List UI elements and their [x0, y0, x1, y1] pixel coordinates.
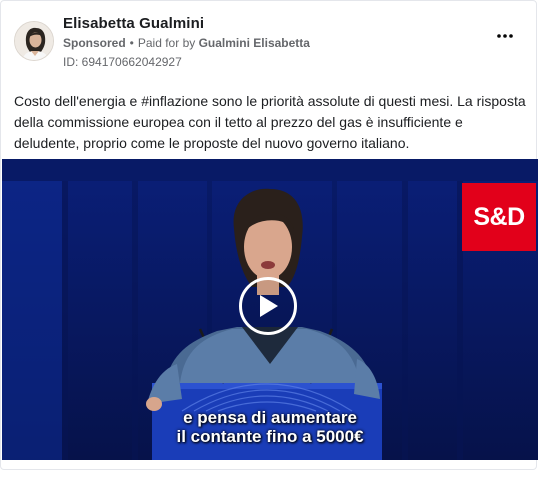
sponsor-line: Sponsored • Paid for by Gualmini Elisabett…: [63, 36, 310, 50]
ad-id: ID: 694170662042927: [63, 55, 182, 69]
paid-for-prefix: Paid for by: [137, 36, 196, 50]
avatar-portrait: [15, 22, 53, 60]
author-avatar[interactable]: [14, 21, 54, 61]
more-horizontal-icon: [497, 34, 513, 38]
video-player[interactable]: S&D e pensa di aumentare il contante fin…: [2, 159, 538, 460]
play-icon: [260, 295, 278, 317]
sponsored-label: Sponsored: [63, 36, 126, 50]
play-button[interactable]: [239, 277, 297, 335]
payer-name[interactable]: Gualmini Elisabetta: [199, 36, 310, 50]
author-name[interactable]: Elisabetta Gualmini: [63, 15, 204, 32]
post-text: Costo dell'energia e #inflazione sono le…: [14, 93, 526, 151]
subtitle-line-2: il contante fino a 5000€: [176, 427, 364, 446]
more-options-button[interactable]: [494, 29, 516, 43]
sd-logo: S&D: [462, 183, 536, 251]
post-header: Elisabetta Gualmini Sponsored • Paid for b…: [1, 1, 538, 83]
ad-card: Elisabetta Gualmini Sponsored • Paid for b…: [0, 0, 538, 470]
subtitle-line-1: e pensa di aumentare: [183, 408, 357, 427]
meta-separator: •: [129, 36, 134, 50]
